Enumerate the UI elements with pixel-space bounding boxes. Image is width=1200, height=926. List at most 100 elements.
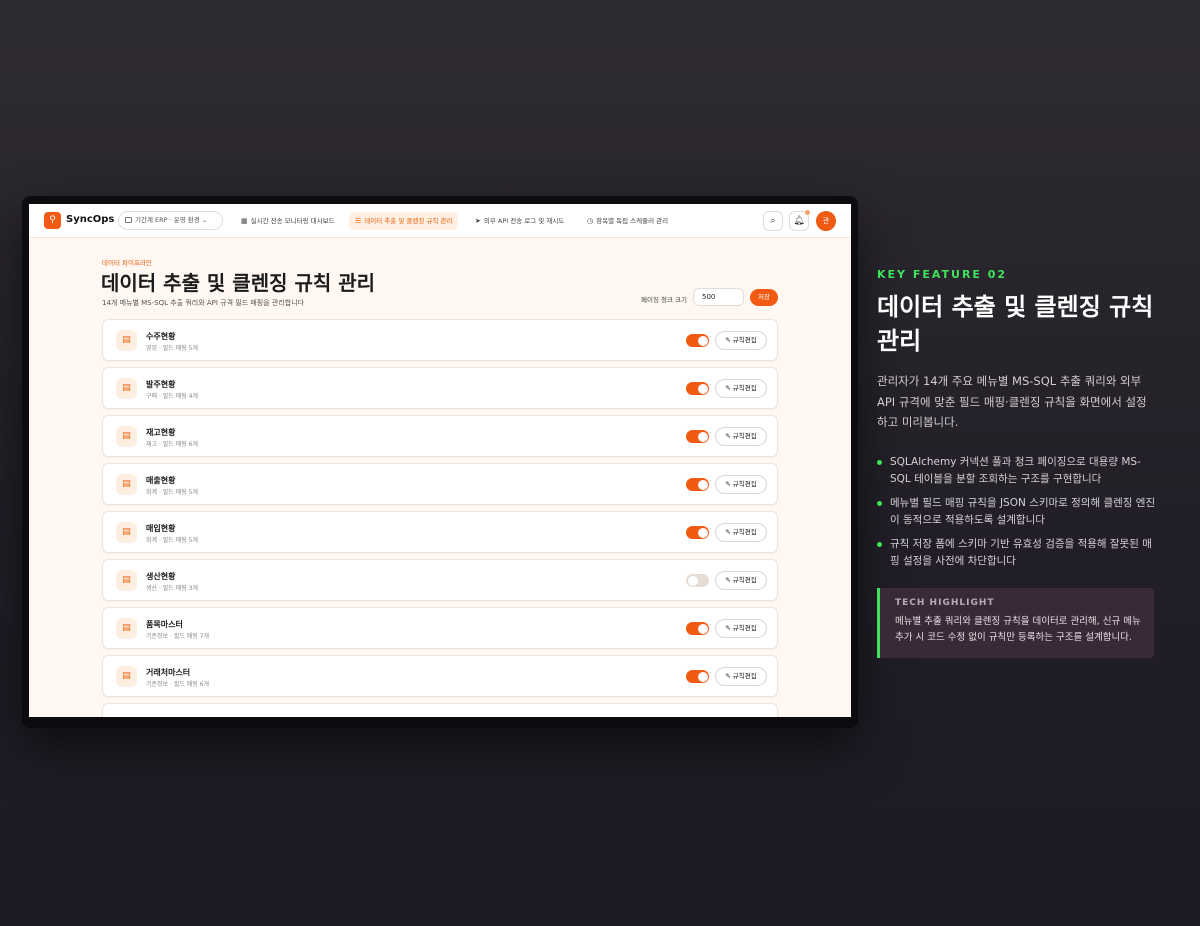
edit-rule-button[interactable]: ✎ 규칙편집 (715, 331, 767, 350)
edit-rule-label: 규칙편집 (732, 480, 757, 488)
rule-card[interactable]: ▤ 매출현황 회계 · 필드 매핑 5개 ✎ 규칙편집 (102, 463, 778, 505)
rule-card[interactable]: ▤ 발주현황구매 · 필드 매핑 4개 ✎ 규칙편집 (102, 367, 778, 409)
edit-rule-button[interactable]: ✎ 규칙편집 (715, 667, 767, 686)
toggle-knob (697, 623, 708, 634)
table-icon: ▤ (116, 522, 137, 543)
edit-rule-label: 규칙편집 (732, 336, 757, 344)
edit-rule-button[interactable]: ✎ 규칙편집 (715, 619, 767, 638)
rule-card[interactable]: ▤ 품목마스터 기준정보 · 필드 매핑 7개 ✎ 규칙편집 (102, 607, 778, 649)
toggle-knob (697, 431, 708, 442)
rule-card[interactable]: ▤ 거래처마스터 기준정보 · 필드 매핑 6개 ✎ 규칙편집 (102, 655, 778, 697)
breadcrumb: 데이터 파이프라인 (102, 259, 152, 267)
bell-icon: 🔔︎ (793, 216, 805, 226)
toggle-knob (697, 671, 708, 682)
avatar[interactable]: 관 (816, 211, 836, 231)
nav-tab-api-logs[interactable]: ➤ 외부 API 전송 로그 및 재시도 (469, 212, 570, 230)
rule-toggle[interactable] (686, 430, 709, 443)
edit-rule-label: 규칙편집 (732, 384, 757, 392)
rule-card[interactable] (102, 703, 778, 717)
tech-highlight-body: 메뉴별 추출 쿼리와 클렌징 규칙을 데이터로 관리해, 신규 메뉴 추가 시 … (895, 616, 1141, 643)
environment-selector[interactable]: 기간계 ERP · 운영 환경 ⌄ (118, 211, 223, 230)
nav-tab-label: 외부 API 전송 로그 및 재시도 (483, 217, 565, 225)
nav-tab-cleansing-rules[interactable]: ☰ 데이터 추출 및 클렌징 규칙 관리 (349, 212, 459, 230)
bullet-dot (877, 501, 882, 506)
pencil-icon: ✎ (725, 480, 731, 488)
pencil-icon: ✎ (725, 528, 731, 536)
table-icon: ▤ (116, 618, 137, 639)
table-icon: ▤ (116, 426, 137, 447)
rule-name: 발주현황 (146, 380, 176, 389)
table-icon: ▤ (116, 570, 137, 591)
edit-rule-label: 규칙편집 (732, 576, 757, 584)
database-icon: ☰ (355, 217, 362, 225)
rule-card[interactable]: ▤ 수주현황 영업 · 필드 매핑 5개 ✎ 규칙편집 (102, 319, 778, 361)
edit-rule-button[interactable]: ✎ 규칙편집 (715, 379, 767, 398)
chunk-size-input[interactable]: 500 (693, 288, 744, 306)
notification-button[interactable]: 🔔︎ (789, 210, 810, 231)
edit-rule-button[interactable]: ✎ 규칙편집 (715, 571, 767, 590)
notification-dot (805, 210, 810, 215)
bullet-dot (877, 460, 882, 465)
pencil-icon: ✎ (725, 576, 731, 584)
feature-bullet: 규칙 저장 폼에 스키마 기반 유효성 검증을 적용해 잘못된 매핑 설정을 사… (877, 536, 1157, 569)
page-title: 데이터 추출 및 클렌징 규칙 관리 (101, 271, 376, 295)
rule-meta: 회계 · 필드 매핑 5개 (146, 489, 198, 496)
edit-rule-label: 규칙편집 (732, 624, 757, 632)
rule-toggle[interactable] (686, 478, 709, 491)
nav-tab-scheduler[interactable]: ◷ 항목별 독립 스케줄러 관리 (581, 212, 674, 230)
toggle-knob (697, 335, 708, 346)
pencil-icon: ✎ (725, 672, 731, 680)
timer-icon: ◷ (587, 217, 594, 225)
table-icon: ▤ (116, 378, 137, 399)
nav-tab-label: 실시간 전송 모니터링 대시보드 (250, 217, 335, 225)
toggle-knob (697, 479, 708, 490)
edit-rule-button[interactable]: ✎ 규칙편집 (715, 475, 767, 494)
edit-rule-label: 규칙편집 (732, 672, 757, 680)
rule-name: 재고현황 (146, 428, 176, 437)
rule-card[interactable]: ▤ 재고현황 재고 · 필드 매핑 6개 ✎ 규칙편집 (102, 415, 778, 457)
rule-meta: 기준정보 · 필드 매핑 7개 (146, 633, 210, 640)
rule-card[interactable]: ▤ 매입현황회계 · 필드 매핑 5개 ✎ 규칙편집 (102, 511, 778, 553)
rule-card[interactable]: ▤ 생산현황 생산 · 필드 매핑 3개 ✎ 규칙편집 (102, 559, 778, 601)
feature-kicker: KEY FEATURE 02 (877, 268, 1008, 281)
feature-bullet: SQLAlchemy 커넥션 풀과 청크 페이징으로 대용량 MS-SQL 테이… (877, 454, 1157, 487)
pencil-icon: ✎ (725, 432, 731, 440)
bullet-text: 메뉴별 필드 매핑 규칙을 JSON 스키마로 정의해 클렌징 엔진이 동적으로… (890, 497, 1156, 526)
rule-toggle[interactable] (686, 622, 709, 635)
rule-meta: 구매 · 필드 매핑 4개 (146, 393, 198, 400)
rule-meta: 생산 · 필드 매핑 3개 (146, 585, 198, 592)
top-bar: ⚲ SyncOps 기간계 ERP · 운영 환경 ⌄ ▦ 실시간 전송 모니터링… (29, 204, 851, 238)
logo-icon: ⚲ (44, 212, 61, 229)
edit-rule-button[interactable]: ✎ 규칙편집 (715, 427, 767, 446)
rule-name: 수주현황 (146, 332, 176, 341)
edit-rule-button[interactable]: ✎ 규칙편집 (715, 523, 767, 542)
table-icon: ▤ (116, 474, 137, 495)
rule-toggle[interactable] (686, 334, 709, 347)
toggle-knob (697, 527, 708, 538)
toggle-knob (697, 383, 708, 394)
rule-name: 매입현황 (146, 524, 176, 533)
save-button[interactable]: 저장 (750, 289, 778, 306)
brand-name: SyncOps (66, 214, 115, 225)
search-button[interactable]: ⌕ (763, 211, 783, 231)
chevron-down-icon: ⌄ (201, 216, 208, 224)
rule-toggle[interactable] (686, 670, 709, 683)
rule-toggle[interactable] (686, 526, 709, 539)
rule-toggle[interactable] (686, 574, 709, 587)
rule-toggle[interactable] (686, 382, 709, 395)
edit-rule-label: 규칙편집 (732, 432, 757, 440)
toggle-knob (687, 575, 698, 586)
feature-description: 관리자가 14개 주요 메뉴별 MS-SQL 추출 쿼리와 외부 API 규격에… (877, 374, 1147, 429)
pencil-icon: ✎ (725, 624, 731, 632)
bullet-text: SQLAlchemy 커넥션 풀과 청크 페이징으로 대용량 MS-SQL 테이… (890, 456, 1141, 485)
rule-name: 거래처마스터 (146, 668, 191, 677)
pencil-icon: ✎ (725, 384, 731, 392)
rule-meta: 회계 · 필드 매핑 5개 (146, 537, 198, 544)
table-icon: ▤ (116, 330, 137, 351)
chunk-size-label: 페이징 청크 크기 (641, 296, 687, 304)
nav-tab-monitoring[interactable]: ▦ 실시간 전송 모니터링 대시보드 (235, 212, 341, 230)
server-icon (125, 217, 132, 223)
grid-icon: ▦ (241, 217, 248, 225)
page-subtitle: 14개 메뉴별 MS-SQL 추출 쿼리와 API 규격 필드 매핑을 관리합니… (102, 299, 305, 307)
rule-meta: 기준정보 · 필드 매핑 6개 (146, 681, 210, 688)
